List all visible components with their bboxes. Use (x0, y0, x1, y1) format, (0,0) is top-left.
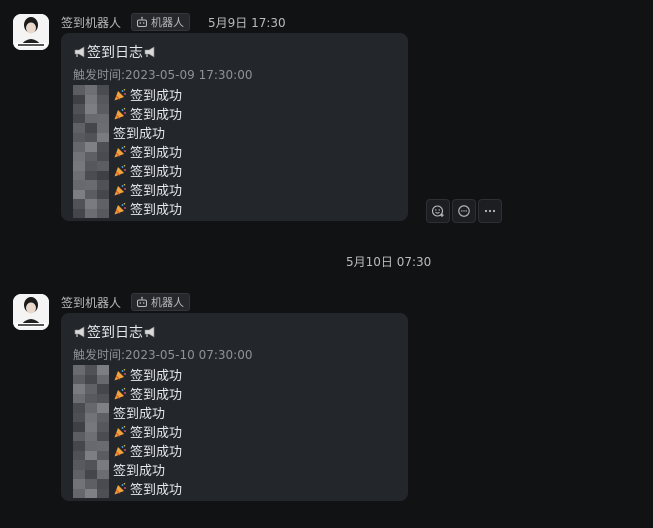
entry-status: 签到成功 (130, 445, 183, 460)
log-entry: 签到成功 (73, 180, 396, 199)
entry-status: 签到成功 (130, 146, 183, 161)
entry-status: 签到成功 (113, 464, 166, 479)
entry-list: 签到成功 签到成功 签到成功 签到成功 签到成功 签到成功 签到成功 (73, 365, 396, 498)
party-popper-icon (113, 145, 127, 159)
entry-status: 签到成功 (130, 184, 183, 199)
log-entry: 签到成功 (73, 479, 396, 498)
redacted-username (73, 123, 109, 142)
log-entry: 签到成功 (73, 384, 396, 403)
reply-button[interactable] (452, 199, 476, 223)
message-bubble[interactable]: 签到日志 触发时间:2023-05-09 17:30:00 签到成功 签到成功 签到… (61, 33, 408, 221)
entry-status: 签到成功 (130, 108, 183, 123)
megaphone-icon (144, 46, 155, 58)
sender-name[interactable]: 签到机器人 (61, 14, 121, 31)
bot-badge-label: 机器人 (151, 296, 185, 309)
entry-status: 签到成功 (130, 165, 183, 180)
bot-badge-label: 机器人 (151, 16, 185, 29)
log-entry: 签到成功 (73, 422, 396, 441)
date-divider: 5月10日 07:30 (346, 255, 432, 269)
megaphone-icon (74, 46, 85, 58)
trigger-time: 触发时间:2023-05-09 17:30:00 (73, 68, 253, 82)
sender-name[interactable]: 签到机器人 (61, 294, 121, 311)
trigger-time: 触发时间:2023-05-10 07:30:00 (73, 348, 253, 362)
log-title: 签到日志 (73, 322, 396, 342)
redacted-username (73, 365, 109, 384)
entry-status: 签到成功 (130, 203, 183, 218)
party-popper-icon (113, 387, 127, 401)
redacted-username (73, 142, 109, 161)
redacted-username (73, 460, 109, 479)
log-entry: 签到成功 (73, 123, 396, 142)
bot-badge: 机器人 (131, 13, 191, 31)
redacted-username (73, 180, 109, 199)
log-entry: 签到成功 (73, 85, 396, 104)
bot-avatar[interactable] (13, 294, 49, 330)
reply-icon (458, 205, 470, 217)
robot-icon (137, 296, 148, 307)
entry-status: 签到成功 (113, 127, 166, 142)
add-reaction-icon (431, 205, 444, 217)
log-entry: 签到成功 (73, 441, 396, 460)
entry-status: 签到成功 (130, 388, 183, 403)
message-time: 5月9日 17:30 (208, 15, 286, 30)
redacted-username (73, 384, 109, 403)
message-toolbar (426, 199, 502, 223)
party-popper-icon (113, 425, 127, 439)
log-entry: 签到成功 (73, 365, 396, 384)
redacted-username (73, 161, 109, 180)
redacted-username (73, 441, 109, 460)
log-entry: 签到成功 (73, 104, 396, 123)
chat-view: 签到机器人 机器人 5月9日 17:30 签到日志 触发时间:2023-05-0… (0, 0, 653, 528)
entry-status: 签到成功 (130, 426, 183, 441)
message-bubble[interactable]: 签到日志 触发时间:2023-05-10 07:30:00 签到成功 签到成功 签到… (61, 313, 408, 501)
party-popper-icon (113, 183, 127, 197)
bot-badge: 机器人 (131, 293, 191, 311)
party-popper-icon (113, 368, 127, 382)
redacted-username (73, 479, 109, 498)
entry-status: 签到成功 (130, 483, 183, 498)
entry-list: 签到成功 签到成功 签到成功 签到成功 签到成功 签到成功 签到成功 (73, 85, 396, 218)
party-popper-icon (113, 107, 127, 121)
redacted-username (73, 199, 109, 218)
megaphone-icon (74, 326, 85, 338)
party-popper-icon (113, 482, 127, 496)
message-header: 签到机器人 机器人 5月9日 17:30 (61, 13, 286, 31)
redacted-username (73, 403, 109, 422)
redacted-username (73, 104, 109, 123)
party-popper-icon (113, 202, 127, 216)
log-entry: 签到成功 (73, 142, 396, 161)
redacted-username (73, 422, 109, 441)
entry-status: 签到成功 (130, 89, 183, 104)
robot-icon (137, 16, 148, 27)
log-title-text: 签到日志 (87, 325, 143, 341)
redacted-username (73, 85, 109, 104)
megaphone-icon (144, 326, 155, 338)
log-title-text: 签到日志 (87, 45, 143, 61)
add-reaction-button[interactable] (426, 199, 450, 223)
party-popper-icon (113, 444, 127, 458)
entry-status: 签到成功 (130, 369, 183, 384)
log-entry: 签到成功 (73, 161, 396, 180)
more-icon (484, 209, 496, 213)
log-entry: 签到成功 (73, 199, 396, 218)
log-title: 签到日志 (73, 42, 396, 62)
party-popper-icon (113, 164, 127, 178)
message-header: 签到机器人 机器人 (61, 293, 191, 311)
log-entry: 签到成功 (73, 403, 396, 422)
bot-avatar[interactable] (13, 14, 49, 50)
party-popper-icon (113, 88, 127, 102)
more-button[interactable] (478, 199, 502, 223)
entry-status: 签到成功 (113, 407, 166, 422)
log-entry: 签到成功 (73, 460, 396, 479)
